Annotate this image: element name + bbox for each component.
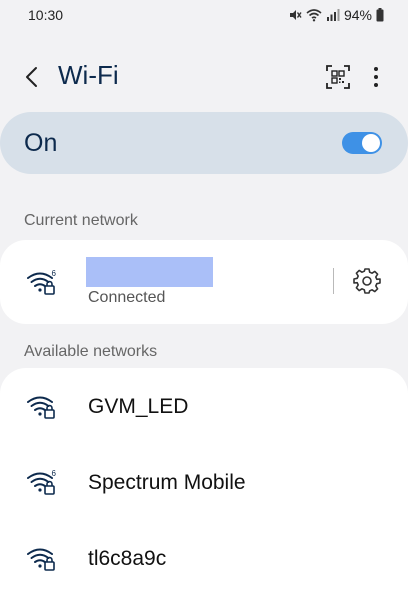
- more-options-icon[interactable]: [366, 64, 386, 90]
- wifi-lock-icon: 6: [27, 269, 57, 295]
- qr-code-icon[interactable]: [325, 64, 351, 90]
- signal-icon: [326, 9, 340, 21]
- available-networks-header: Available networks: [24, 343, 158, 360]
- back-arrow-icon[interactable]: [20, 64, 46, 90]
- available-networks-list: GVM_LED 6 Spectrum Mobile tl6c8a9c: [0, 368, 408, 608]
- wifi-lock-icon: [27, 396, 55, 419]
- battery-icon: [376, 8, 384, 22]
- wifi6-badge: 6: [52, 469, 57, 478]
- status-icons: 94%: [288, 7, 384, 23]
- network-name: tl6c8a9c: [88, 547, 167, 570]
- connection-status: Connected: [88, 289, 166, 306]
- redacted-network-name: [86, 257, 213, 287]
- wifi-lock-icon: 6: [27, 469, 57, 495]
- gear-icon[interactable]: [353, 267, 381, 295]
- status-bar: 10:30 94%: [0, 0, 408, 30]
- app-header: Wi-Fi: [0, 52, 408, 102]
- status-time: 10:30: [28, 7, 64, 23]
- wifi-toggle-switch[interactable]: [342, 132, 382, 154]
- wifi-status-icon: [306, 9, 322, 22]
- page-title: Wi-Fi: [58, 60, 119, 90]
- network-name: Spectrum Mobile: [88, 471, 246, 494]
- mute-icon: [289, 10, 302, 20]
- wifi6-badge: 6: [52, 269, 57, 278]
- current-network-header: Current network: [24, 212, 138, 229]
- network-item-spectrum-mobile[interactable]: 6 Spectrum Mobile: [0, 452, 408, 514]
- wifi-switch-label: On: [24, 129, 58, 157]
- wifi-lock-icon: [27, 548, 55, 571]
- battery-percent: 94%: [343, 7, 372, 23]
- divider: [333, 268, 334, 294]
- wifi-master-switch[interactable]: On: [0, 112, 408, 174]
- network-item-gvm-led[interactable]: GVM_LED: [0, 376, 408, 438]
- network-name: GVM_LED: [88, 395, 189, 418]
- current-network-card[interactable]: 6 Connected: [0, 240, 408, 324]
- network-item-tl6c8a9c[interactable]: tl6c8a9c: [0, 528, 408, 590]
- toggle-knob: [362, 134, 380, 152]
